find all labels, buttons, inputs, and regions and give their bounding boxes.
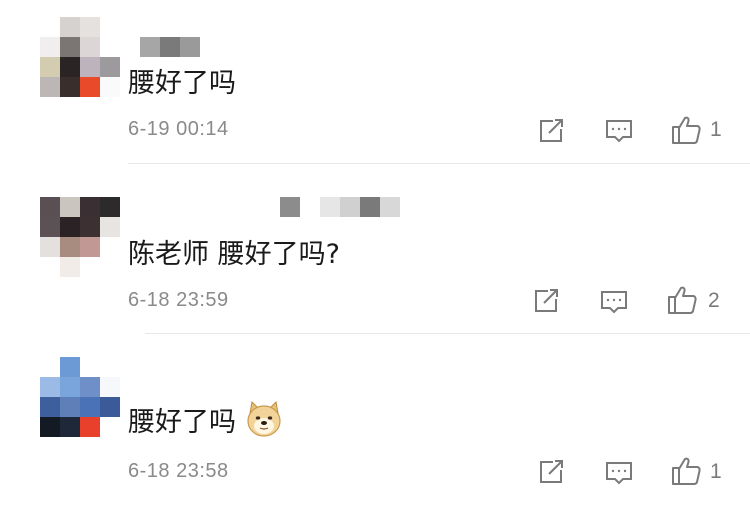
comment-item[interactable]: 陈老师 腰好了吗? 6-18 23:59 2 [0, 165, 750, 335]
share-icon[interactable] [535, 115, 567, 147]
comment-icon[interactable] [603, 115, 635, 147]
comment-icon[interactable] [603, 457, 635, 489]
username-blurred[interactable] [140, 37, 200, 57]
doge-emoji [244, 399, 284, 439]
comment-text-label: 腰好了吗 [128, 67, 236, 99]
comment-text: 腰好了吗 [128, 60, 236, 100]
comment-time: 6-18 23:58 [128, 460, 229, 482]
comment-text: 陈老师 腰好了吗? [128, 231, 340, 271]
thumbs-up-icon[interactable] [670, 114, 702, 146]
avatar[interactable] [40, 197, 120, 277]
avatar[interactable] [40, 17, 120, 97]
like-count: 1 [710, 460, 722, 483]
comment-text-label: 陈老师 腰好了吗? [128, 238, 340, 270]
thumbs-up-icon[interactable] [666, 284, 698, 316]
like-count: 1 [710, 118, 722, 141]
avatar[interactable] [40, 357, 120, 437]
share-icon[interactable] [535, 456, 567, 488]
divider [128, 163, 750, 164]
username-blurred[interactable] [280, 197, 400, 217]
share-icon[interactable] [530, 285, 562, 317]
comment-text: 腰好了吗 [128, 399, 284, 439]
divider [145, 333, 750, 334]
like-count: 2 [708, 289, 720, 312]
comment-time: 6-19 00:14 [128, 118, 229, 140]
thumbs-up-icon[interactable] [670, 455, 702, 487]
comment-text-label: 腰好了吗 [128, 406, 236, 438]
comment-item[interactable]: 腰好了吗 6-19 00:14 1 [0, 0, 750, 165]
comment-time: 6-18 23:59 [128, 289, 229, 311]
comment-item[interactable]: 腰好了吗 6-18 23:58 1 [0, 335, 750, 506]
comment-icon[interactable] [598, 286, 630, 318]
